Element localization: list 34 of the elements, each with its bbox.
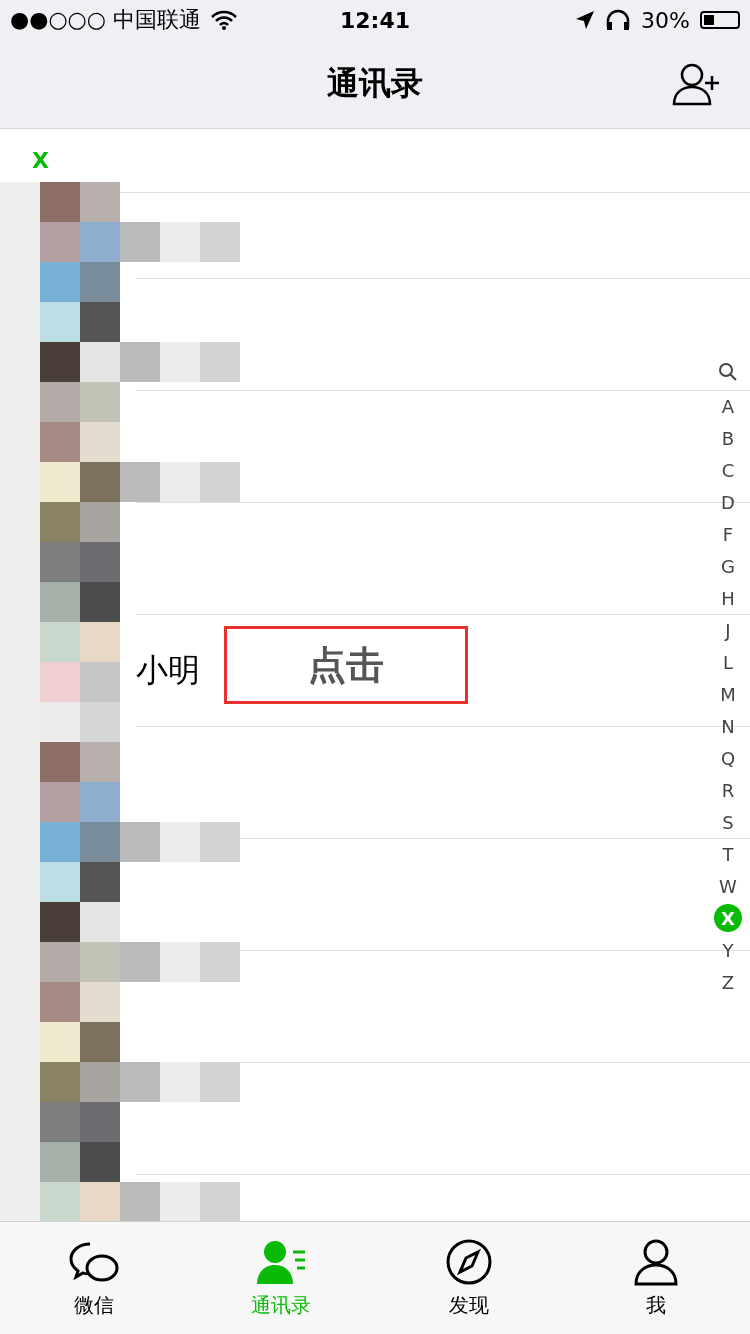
index-letter[interactable]: W [714, 870, 742, 902]
index-letter[interactable]: F [714, 518, 742, 550]
index-letter[interactable]: Z [714, 966, 742, 998]
battery-percent: 30% [641, 7, 690, 33]
tab-item[interactable]: 微信 [0, 1222, 188, 1334]
tab-item[interactable]: 发现 [375, 1222, 563, 1334]
headphones-icon [605, 9, 632, 31]
index-letter[interactable]: N [714, 710, 742, 742]
index-letter[interactable]: H [714, 582, 742, 614]
index-letter[interactable]: G [714, 550, 742, 582]
index-letter[interactable]: C [714, 454, 742, 486]
clock-time: 12:41 [340, 7, 410, 33]
index-letter[interactable]: A [714, 390, 742, 422]
section-letter: X [32, 148, 49, 173]
index-letter[interactable]: Q [714, 742, 742, 774]
index-letter[interactable]: T [714, 838, 742, 870]
screen-title: 通讯录 [327, 63, 423, 104]
index-letter[interactable]: B [714, 422, 742, 454]
index-letter[interactable]: M [714, 678, 742, 710]
index-letter[interactable]: Y [714, 934, 742, 966]
index-letter[interactable]: J [714, 614, 742, 646]
add-contact-icon[interactable] [672, 62, 720, 106]
annotation-box: 点击 [224, 626, 468, 704]
index-letter[interactable]: S [714, 806, 742, 838]
tab-item[interactable]: 我 [562, 1222, 750, 1334]
carrier-label: ●●○○○ 中国联通 [10, 6, 201, 34]
search-icon[interactable] [718, 362, 738, 382]
battery-icon [700, 11, 740, 29]
index-letter[interactable]: L [714, 646, 742, 678]
index-letter[interactable]: D [714, 486, 742, 518]
contact-name[interactable]: 小明 [136, 648, 200, 693]
wifi-icon [211, 10, 237, 30]
index-letter[interactable]: R [714, 774, 742, 806]
location-arrow-icon [575, 10, 596, 30]
